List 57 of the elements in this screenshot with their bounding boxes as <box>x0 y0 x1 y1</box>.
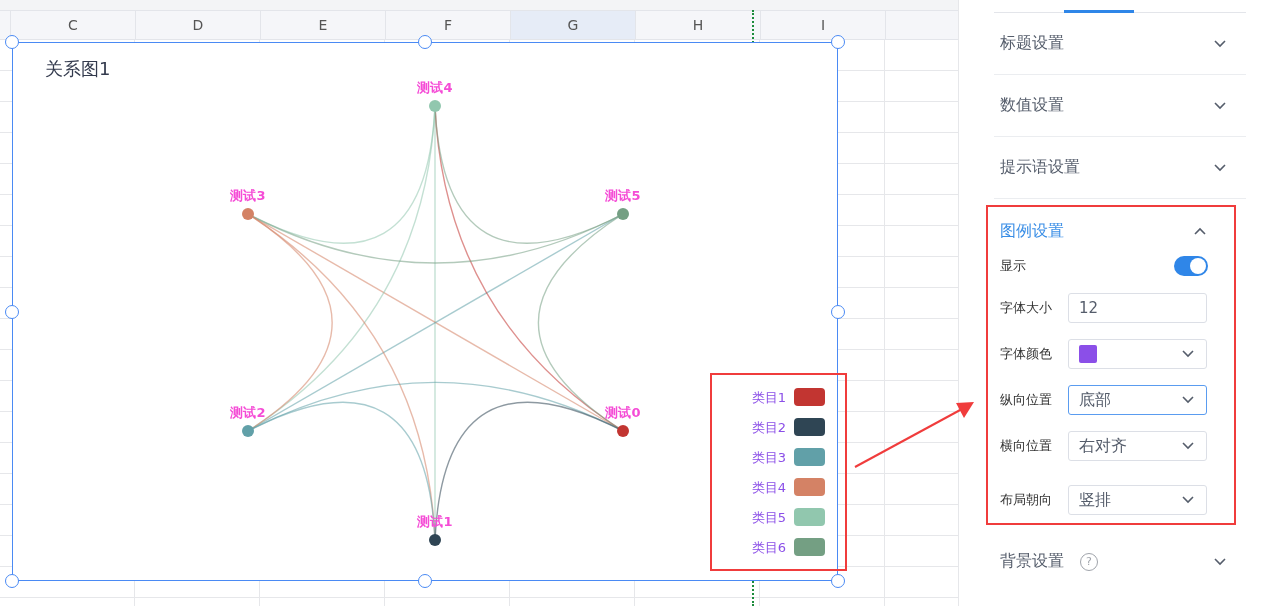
section-header[interactable]: 数值设置 <box>994 75 1246 136</box>
graph-node[interactable] <box>242 208 254 220</box>
node-label: 测试4 <box>417 80 453 95</box>
field-label: 显示 <box>1000 257 1027 275</box>
graph-node[interactable] <box>242 425 254 437</box>
field-label: 字体大小 <box>1000 299 1053 317</box>
column-header[interactable]: D <box>135 11 260 39</box>
active-tab-indicator <box>1064 10 1134 13</box>
field-label: 布局朝向 <box>1000 491 1053 509</box>
expand-icon <box>1214 39 1226 48</box>
graph-node[interactable] <box>429 534 441 546</box>
node-label: 测试2 <box>230 405 266 420</box>
graph-node[interactable] <box>617 208 629 220</box>
resize-handle[interactable] <box>418 574 432 588</box>
legend-label[interactable]: 类目3 <box>751 447 786 467</box>
dropdown-value: 竖排 <box>1079 489 1111 511</box>
caret-icon <box>1182 350 1194 358</box>
dropdown[interactable]: 右对齐 <box>1068 431 1207 461</box>
chart-title: 关系图1 <box>45 57 111 81</box>
graph-node[interactable] <box>429 100 441 112</box>
toggle-switch[interactable] <box>1174 256 1208 276</box>
dropdown-value: 底部 <box>1079 389 1111 411</box>
expand-icon <box>1214 557 1226 566</box>
legend-label[interactable]: 类目1 <box>751 387 786 407</box>
field-label: 字体颜色 <box>1000 345 1053 363</box>
legend-label[interactable]: 类目6 <box>751 537 786 557</box>
column-header[interactable]: H <box>635 11 760 39</box>
dropdown-value: 右对齐 <box>1079 435 1127 457</box>
section-header[interactable]: 图例设置 <box>988 207 1234 255</box>
node-label: 测试1 <box>417 514 453 529</box>
dropdown[interactable]: 底部 <box>1068 385 1207 415</box>
color-select[interactable] <box>1068 339 1207 369</box>
caret-icon <box>1182 496 1194 504</box>
expand-icon <box>1214 101 1226 110</box>
field-label: 横向位置 <box>1000 437 1053 455</box>
section-header[interactable]: 背景设置 ? <box>994 531 1246 592</box>
section-header[interactable]: 标题设置 <box>994 13 1246 74</box>
node-label: 测试0 <box>605 405 641 420</box>
legend-label[interactable]: 类目4 <box>751 477 786 497</box>
collapse-icon <box>1194 227 1206 235</box>
resize-handle[interactable] <box>5 574 19 588</box>
section-header[interactable]: 提示语设置 <box>994 137 1246 198</box>
column-header[interactable]: E <box>260 11 385 39</box>
column-header[interactable]: G <box>510 11 635 39</box>
graph-node[interactable] <box>617 425 629 437</box>
caret-icon <box>1182 396 1194 404</box>
legend-label[interactable]: 类目2 <box>751 417 786 437</box>
field-label: 纵向位置 <box>1000 391 1053 409</box>
expand-icon <box>1214 163 1226 172</box>
legend-label[interactable]: 类目5 <box>751 507 786 527</box>
node-label: 测试3 <box>230 188 266 203</box>
node-label: 测试5 <box>605 188 641 203</box>
resize-handle[interactable] <box>5 304 19 319</box>
caret-icon <box>1182 442 1194 450</box>
resize-handle[interactable] <box>831 574 845 588</box>
dropdown[interactable]: 竖排 <box>1068 485 1207 515</box>
font-size-input[interactable]: 12 <box>1068 293 1207 323</box>
